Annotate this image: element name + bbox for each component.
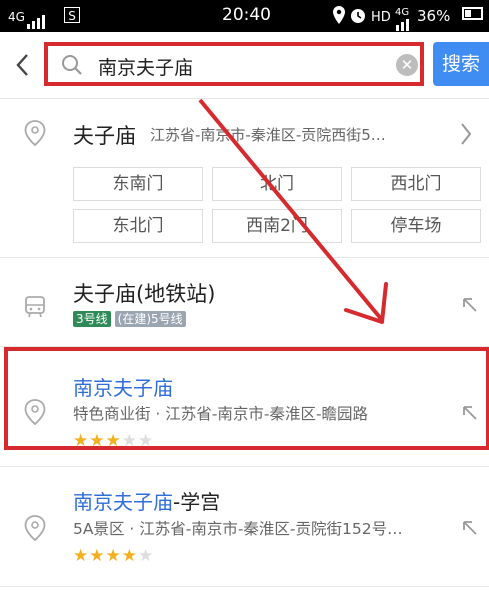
result-item[interactable]: 夫子庙 江苏省-南京市-秦淮区-贡院西街5… 东南门 北门 西北门 东北门 西南… <box>0 99 489 257</box>
clear-icon[interactable]: ✕ <box>396 54 418 76</box>
battery-icon <box>462 7 483 20</box>
search-header: 南京夫子庙 ✕ 搜索 <box>0 32 489 99</box>
location-icon <box>333 6 345 29</box>
back-button[interactable] <box>10 50 36 80</box>
divider <box>0 586 489 587</box>
chip-north-gate[interactable]: 北门 <box>212 167 342 201</box>
clock: 20:40 <box>222 5 271 25</box>
location-pin-icon <box>24 515 46 541</box>
annotation-highlight-box <box>4 347 489 450</box>
result-title-suffix: -学宫 <box>173 490 221 514</box>
star-filled-icon: ★ <box>89 546 105 566</box>
result-title: 南京夫子庙-学宫 <box>73 486 220 515</box>
search-input[interactable]: 南京夫子庙 ✕ <box>44 42 424 86</box>
star-filled-icon: ★ <box>121 546 137 566</box>
signal-icon <box>27 9 47 29</box>
sim-icon: S <box>64 7 80 23</box>
result-item[interactable]: 南京夫子庙-学宫 5A景区 · 江苏省-南京市-秦淮区-贡院街152号… ★★★… <box>0 467 489 585</box>
result-address: 江苏省-南京市-秦淮区-贡院西街5… <box>150 126 386 144</box>
result-title: 夫子庙(地铁站) <box>73 282 216 306</box>
search-icon <box>60 53 84 81</box>
line-tag: (在建)5号线 <box>114 311 186 327</box>
fill-query-arrow-icon[interactable] <box>461 519 479 537</box>
metro-lines: 3号线 (在建)5号线 <box>73 308 190 327</box>
chip-southwest-gate-2[interactable]: 西南2门 <box>212 209 342 243</box>
line-tag: 3号线 <box>73 311 111 327</box>
status-bar: 4G S 20:40 HD 4G 36% <box>0 0 489 32</box>
bus-icon <box>25 296 45 318</box>
star-filled-icon: ★ <box>73 546 89 566</box>
rating-stars: ★★★★★ <box>73 546 154 565</box>
star-empty-icon: ★ <box>138 546 154 566</box>
result-subtitle: 5A景区 · 江苏省-南京市-秦淮区-贡院街152号… <box>73 520 403 538</box>
result-title-highlight: 南京夫子庙 <box>73 490 173 514</box>
chip-southeast-gate[interactable]: 东南门 <box>73 167 203 201</box>
fill-query-arrow-icon[interactable] <box>461 296 479 314</box>
alarm-icon <box>349 6 367 29</box>
hd-indicator: HD <box>371 10 391 25</box>
search-query: 南京夫子庙 <box>98 57 194 79</box>
chevron-right-icon[interactable] <box>458 121 474 147</box>
search-button[interactable]: 搜索 <box>433 42 489 86</box>
network-type: 4G <box>8 10 25 24</box>
chevron-left-icon <box>16 54 28 76</box>
battery-percent: 36% <box>417 7 451 25</box>
location-pin-icon <box>24 120 46 146</box>
chip-northwest-gate[interactable]: 西北门 <box>351 167 481 201</box>
chip-northeast-gate[interactable]: 东北门 <box>73 209 203 243</box>
result-title: 夫子庙 <box>73 124 136 148</box>
chip-parking[interactable]: 停车场 <box>351 209 481 243</box>
data-signal-icon <box>396 11 411 31</box>
star-filled-icon: ★ <box>105 546 121 566</box>
result-item[interactable]: 夫子庙(地铁站) 3号线 (在建)5号线 <box>0 258 489 346</box>
